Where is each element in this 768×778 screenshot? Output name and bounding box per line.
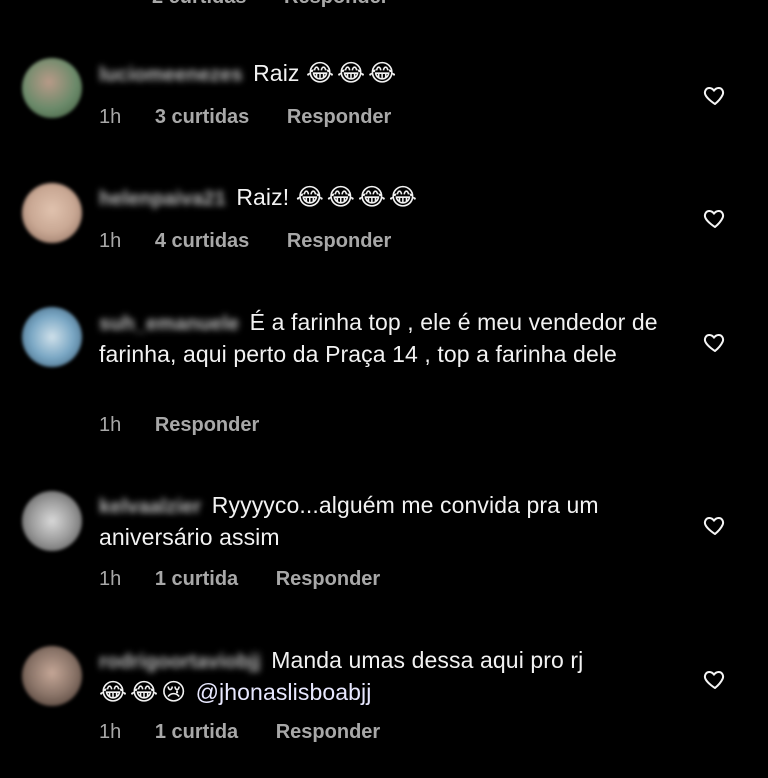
avatar[interactable] <box>22 307 82 367</box>
comment-likes[interactable]: 3 curtidas <box>155 106 249 129</box>
comment-meta: 1h Responder <box>99 414 259 437</box>
comment-body: rodrigoortaviobjj Manda umas dessa aqui … <box>99 645 679 708</box>
heart-outline-icon[interactable] <box>703 83 727 107</box>
reply-button[interactable]: Responder <box>155 414 259 437</box>
comment-likes[interactable]: 1 curtida <box>155 721 238 744</box>
comment-emoji: 😂😂😢 <box>99 679 190 706</box>
comment-username[interactable]: rodrigoortaviobjj <box>99 647 261 677</box>
comment-meta: 1h 1 curtida Responder <box>99 721 380 744</box>
heart-outline-icon[interactable] <box>703 667 727 691</box>
heart-outline-icon[interactable] <box>703 513 727 537</box>
comment-username[interactable]: kelvaalzier <box>99 492 201 522</box>
previous-comment-meta: 2 curtidas Responder <box>152 0 421 9</box>
comment-meta: 1h 4 curtidas Responder <box>99 230 391 253</box>
reply-button[interactable]: Responder <box>276 721 380 744</box>
comment-likes[interactable]: 1 curtida <box>155 568 238 591</box>
comment-time: 1h <box>99 568 122 590</box>
reply-button[interactable]: Responder <box>287 230 391 253</box>
mention-link[interactable]: @jhonaslisboabjj <box>196 679 372 705</box>
previous-comment-likes[interactable]: 2 curtidas <box>152 0 246 8</box>
comment-meta: 1h 3 curtidas Responder <box>99 106 391 129</box>
comment-likes[interactable]: 4 curtidas <box>155 230 249 253</box>
avatar[interactable] <box>22 646 82 706</box>
previous-comment-reply[interactable]: Responder <box>284 0 388 8</box>
comment-text: Raiz <box>253 60 300 86</box>
heart-outline-icon[interactable] <box>703 330 727 354</box>
heart-outline-icon[interactable] <box>703 206 727 230</box>
reply-button[interactable]: Responder <box>276 568 380 591</box>
comment-body: suh_emanuele É a farinha top , ele é meu… <box>99 307 679 369</box>
avatar[interactable] <box>22 491 82 551</box>
comment-emoji: 😂😂😂😂 <box>295 184 420 211</box>
comment-body: luciomeenezes Raiz 😂😂😂 <box>99 58 679 90</box>
comment-text: Manda umas dessa aqui pro rj <box>271 647 584 673</box>
comment-time: 1h <box>99 106 122 128</box>
comment-time: 1h <box>99 414 122 436</box>
comment-username[interactable]: suh_emanuele <box>99 309 239 339</box>
comment-emoji: 😂😂😂 <box>306 60 400 87</box>
reply-button[interactable]: Responder <box>287 106 391 129</box>
comment-text: Raiz! <box>236 184 290 210</box>
comment-username[interactable]: helenpaiva21 <box>99 184 226 214</box>
comment-time: 1h <box>99 721 122 743</box>
comment-username[interactable]: luciomeenezes <box>99 60 243 90</box>
avatar[interactable] <box>22 58 82 118</box>
comment-body: helenpaiva21 Raiz! 😂😂😂😂 <box>99 182 679 214</box>
comment-time: 1h <box>99 230 122 252</box>
comment-body: kelvaalzier Ryyyyco...alguém me convida … <box>99 490 679 552</box>
comment-meta: 1h 1 curtida Responder <box>99 568 380 591</box>
avatar[interactable] <box>22 183 82 243</box>
